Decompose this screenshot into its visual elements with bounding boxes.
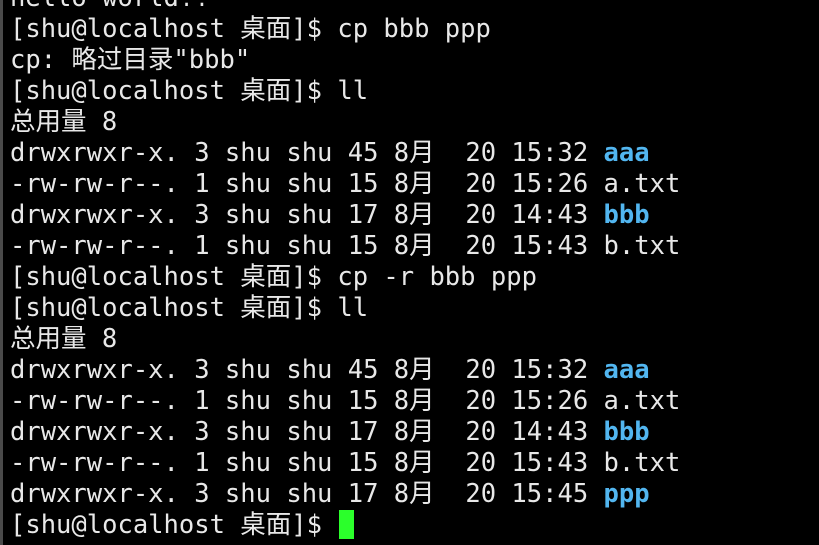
directory-name: aaa (603, 138, 650, 168)
terminal-line: -rw-rw-r--. 1 shu shu 15 8月 20 15:43 b.t… (10, 231, 680, 262)
terminal-line: cp: 略过目录"bbb" (10, 45, 680, 76)
terminal-line: [shu@localhost 桌面]$ ll (10, 76, 680, 107)
file-name: b.txt (603, 448, 681, 478)
line-text: drwxrwxr-x. 3 shu shu 45 8月 20 15:32 (10, 138, 604, 168)
window-edge (0, 0, 3, 545)
file-name: a.txt (603, 386, 681, 416)
terminal-line: [shu@localhost 桌面]$ ll (10, 293, 680, 324)
line-text: [shu@localhost 桌面]$ ll (10, 293, 369, 323)
line-text: [shu@localhost 桌面]$ cp -r bbb ppp (10, 262, 537, 292)
line-text: cp: 略过目录"bbb" (10, 45, 251, 75)
line-text: -rw-rw-r--. 1 shu shu 15 8月 20 15:43 (10, 231, 604, 261)
terminal-window[interactable]: hello world!![shu@localhost 桌面]$ cp bbb … (0, 0, 819, 545)
terminal-line: drwxrwxr-x. 3 shu shu 17 8月 20 15:45 ppp (10, 479, 680, 510)
terminal-line: 总用量 8 (10, 107, 680, 138)
cursor (339, 510, 355, 539)
terminal-line: 总用量 8 (10, 324, 680, 355)
directory-name: bbb (603, 417, 650, 447)
terminal-line: -rw-rw-r--. 1 shu shu 15 8月 20 15:26 a.t… (10, 169, 680, 200)
directory-name: bbb (603, 200, 650, 230)
line-text: [shu@localhost 桌面]$ (10, 510, 338, 540)
line-text: 总用量 8 (10, 324, 118, 354)
terminal-line: drwxrwxr-x. 3 shu shu 45 8月 20 15:32 aaa (10, 138, 680, 169)
file-name: b.txt (603, 231, 681, 261)
line-text: [shu@localhost 桌面]$ ll (10, 76, 369, 106)
line-text: -rw-rw-r--. 1 shu shu 15 8月 20 15:43 (10, 448, 604, 478)
terminal-line: drwxrwxr-x. 3 shu shu 17 8月 20 14:43 bbb (10, 417, 680, 448)
line-text: [shu@localhost 桌面]$ cp bbb ppp (10, 14, 491, 44)
terminal-line: -rw-rw-r--. 1 shu shu 15 8月 20 15:43 b.t… (10, 448, 680, 479)
line-text: -rw-rw-r--. 1 shu shu 15 8月 20 15:26 (10, 386, 604, 416)
terminal-line: drwxrwxr-x. 3 shu shu 17 8月 20 14:43 bbb (10, 200, 680, 231)
line-text: drwxrwxr-x. 3 shu shu 45 8月 20 15:32 (10, 355, 604, 385)
terminal-line: hello world!! (10, 0, 680, 14)
line-text: hello world!! (10, 0, 210, 13)
directory-name: aaa (603, 355, 650, 385)
terminal-line: drwxrwxr-x. 3 shu shu 45 8月 20 15:32 aaa (10, 355, 680, 386)
terminal-output: hello world!![shu@localhost 桌面]$ cp bbb … (10, 0, 680, 541)
terminal-line: [shu@localhost 桌面]$ cp -r bbb ppp (10, 262, 680, 293)
line-text: drwxrwxr-x. 3 shu shu 17 8月 20 15:45 (10, 479, 604, 509)
line-text: drwxrwxr-x. 3 shu shu 17 8月 20 14:43 (10, 200, 604, 230)
line-text: 总用量 8 (10, 107, 118, 137)
terminal-line: -rw-rw-r--. 1 shu shu 15 8月 20 15:26 a.t… (10, 386, 680, 417)
terminal-line: [shu@localhost 桌面]$ cp bbb ppp (10, 14, 680, 45)
line-text: -rw-rw-r--. 1 shu shu 15 8月 20 15:26 (10, 169, 604, 199)
directory-name: ppp (603, 479, 650, 509)
file-name: a.txt (603, 169, 681, 199)
terminal-line: [shu@localhost 桌面]$ (10, 510, 680, 541)
line-text: drwxrwxr-x. 3 shu shu 17 8月 20 14:43 (10, 417, 604, 447)
